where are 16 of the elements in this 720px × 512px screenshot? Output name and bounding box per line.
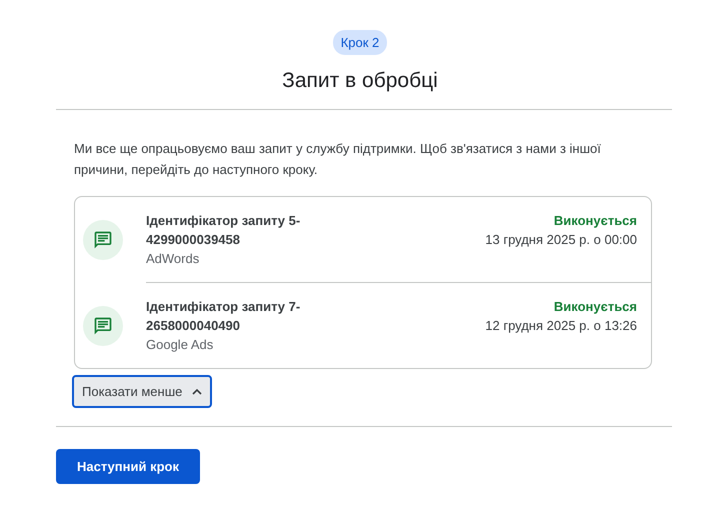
chat-icon (83, 306, 123, 346)
request-date: 13 грудня 2025 р. о 00:00 (485, 231, 637, 249)
product-name: Google Ads (146, 336, 214, 354)
status-message: Ми все ще опрацьовуємо ваш запит у службу підтримки. Щоб зв'язатися з нами з іншої причини, перейдіть до наступного кроку. (74, 140, 602, 179)
step-chip: Крок 2 (332, 30, 388, 55)
show-less-button[interactable]: Показати менше (72, 375, 212, 408)
page-title: Запит в обробці (282, 69, 438, 93)
request-id: Ідентифікатор запиту 7-2658000040490 (146, 298, 302, 335)
request-date: 12 грудня 2025 р. о 13:26 (485, 317, 637, 335)
request-id: Ідентифікатор запиту 5-4299000039458 (146, 212, 302, 249)
chat-icon (83, 220, 123, 260)
request-status: Виконується (554, 212, 637, 230)
request-status: Виконується (554, 298, 637, 316)
chevron-icon (192, 388, 202, 395)
next-step-button[interactable]: Наступний крок (56, 449, 200, 484)
product-name: AdWords (146, 250, 200, 268)
